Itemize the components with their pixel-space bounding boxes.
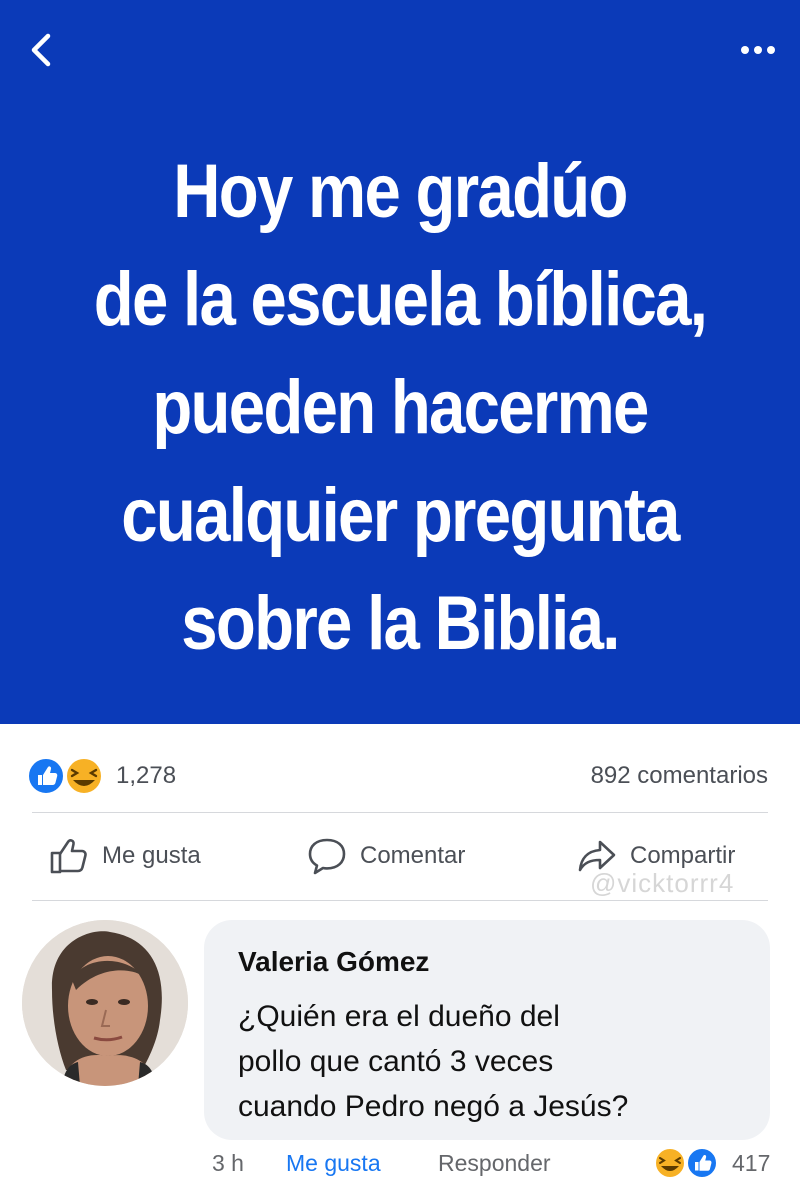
post-text-line: cualquier pregunta — [121, 473, 680, 558]
comment-time: 3 h — [212, 1150, 244, 1176]
like-reaction-icon — [27, 757, 65, 795]
comment-button-label: Comentar — [360, 842, 466, 869]
more-options-button[interactable] — [736, 34, 780, 64]
like-button[interactable]: Me gusta — [48, 834, 201, 878]
post-text-line: pueden hacerme — [152, 365, 649, 450]
comment-text-line: pollo que cantó 3 veces — [238, 1045, 554, 1078]
speech-bubble-icon — [308, 838, 346, 875]
post-text-line: Hoy me gradúo — [173, 149, 628, 234]
like-reaction-icon — [686, 1147, 718, 1179]
comment-like-button[interactable]: Me gusta — [286, 1150, 381, 1177]
like-button-label: Me gusta — [102, 842, 201, 869]
comment-reaction-summary[interactable] — [650, 1146, 722, 1180]
divider — [32, 900, 768, 901]
comment-count[interactable]: 892 comentarios — [591, 762, 768, 790]
reaction-summary[interactable] — [26, 756, 106, 796]
avatar[interactable] — [22, 920, 188, 1086]
back-button[interactable] — [22, 28, 62, 72]
post-text-line: sobre la Biblia. — [181, 581, 620, 666]
reaction-count[interactable]: 1,278 — [116, 762, 176, 790]
share-button-label: Compartir — [630, 842, 736, 869]
haha-reaction-icon — [654, 1147, 686, 1179]
comment-author[interactable]: Valeria Gómez — [238, 946, 429, 978]
more-horizontal-icon — [741, 46, 775, 54]
post-image[interactable]: Hoy me gradúo de la escuela bíblica, pue… — [0, 0, 800, 724]
watermark: @vicktorrr4 — [590, 868, 735, 898]
post-text-line: de la escuela bíblica, — [93, 257, 708, 342]
chevron-left-icon — [31, 33, 51, 67]
comment-button[interactable]: Comentar — [306, 834, 465, 878]
user-photo — [22, 920, 188, 1086]
thumbs-up-icon — [50, 839, 87, 874]
haha-reaction-icon — [65, 757, 103, 795]
post-text: Hoy me gradúo de la escuela bíblica, pue… — [73, 138, 727, 678]
comment-text-line: cuando Pedro negó a Jesús? — [238, 1090, 629, 1123]
comment-text-line: ¿Quién era el dueño del — [238, 1000, 560, 1033]
comment-reaction-count[interactable]: 417 — [732, 1150, 770, 1177]
comment-bubble: Valeria Gómez ¿Quién era el dueño del po… — [204, 920, 770, 1140]
comment-text: ¿Quién era el dueño del pollo que cantó … — [238, 994, 738, 1129]
post-stats: 1,278 892 comentarios — [0, 724, 800, 812]
comment-reply-button[interactable]: Responder — [438, 1150, 551, 1177]
